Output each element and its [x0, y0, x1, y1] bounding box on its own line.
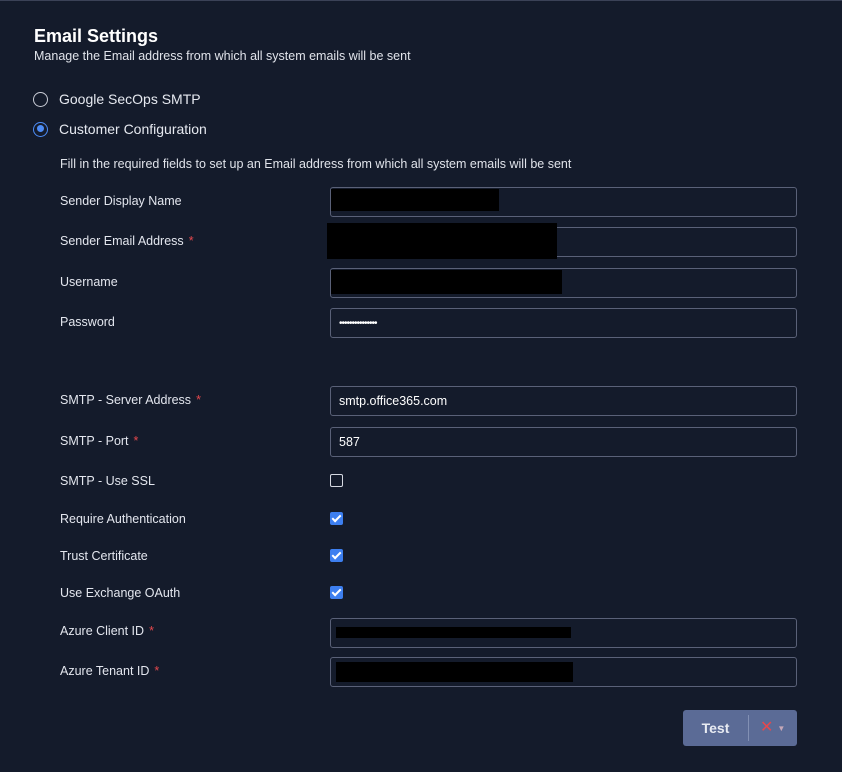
required-marker: * [196, 393, 201, 407]
radio-customer-configuration-circle[interactable] [33, 121, 48, 137]
required-marker: * [133, 434, 139, 448]
azure-client-id-field[interactable] [330, 618, 797, 648]
radio-google-secops-circle[interactable] [33, 91, 48, 107]
trust-cert-label: Trust Certificate [60, 549, 148, 563]
require-auth-label: Require Authentication [60, 512, 186, 526]
radio-customer-configuration[interactable]: Customer Configuration [33, 121, 207, 137]
radio-google-secops-label: Google SecOps SMTP [59, 91, 201, 107]
use-ssl-label: SMTP - Use SSL [60, 474, 155, 488]
sender-display-name-field[interactable] [330, 187, 797, 217]
redacted-value [336, 662, 573, 682]
azure-tenant-id-label: Azure Tenant ID * [60, 664, 160, 678]
test-button-label: Test [701, 720, 730, 736]
smtp-port-field[interactable]: 587 [330, 427, 797, 457]
radio-customer-configuration-label: Customer Configuration [59, 121, 207, 137]
require-auth-checkbox[interactable] [330, 512, 343, 525]
username-label: Username [60, 275, 118, 289]
redacted-value [331, 189, 499, 211]
redacted-value [331, 270, 562, 294]
azure-client-id-label: Azure Client ID * [60, 624, 154, 638]
smtp-port-label: SMTP - Port * [60, 434, 139, 448]
password-field[interactable]: ••••••••••••••• [330, 308, 797, 338]
password-label: Password [60, 315, 115, 329]
page-subtitle: Manage the Email address from which all … [34, 49, 411, 63]
page-title: Email Settings [34, 26, 159, 46]
top-divider [0, 0, 842, 1]
exchange-oauth-checkbox[interactable] [330, 586, 343, 599]
trust-cert-checkbox[interactable] [330, 549, 343, 562]
config-hint: Fill in the required fields to set up an… [60, 157, 572, 171]
chevron-down-icon[interactable]: ▼ [777, 724, 785, 733]
sender-display-name-label: Sender Display Name [60, 194, 182, 208]
required-marker: * [188, 234, 194, 248]
azure-tenant-id-field[interactable] [330, 657, 797, 687]
test-button[interactable]: Test ✕ ▼ [683, 710, 797, 746]
x-icon[interactable]: ✕ [760, 720, 773, 736]
username-field[interactable] [330, 268, 797, 298]
button-divider [748, 715, 749, 741]
smtp-server-label: SMTP - Server Address * [60, 393, 201, 407]
sender-email-label: Sender Email Address * [60, 234, 194, 248]
required-marker: * [154, 664, 160, 678]
redacted-value [336, 627, 571, 638]
sender-email-field[interactable] [327, 223, 797, 259]
radio-google-secops[interactable]: Google SecOps SMTP [33, 91, 201, 107]
smtp-server-field[interactable]: smtp.office365.com [330, 386, 797, 416]
use-ssl-checkbox[interactable] [330, 474, 343, 487]
redacted-value [327, 223, 557, 259]
required-marker: * [149, 624, 154, 638]
exchange-oauth-label: Use Exchange OAuth [60, 586, 181, 600]
